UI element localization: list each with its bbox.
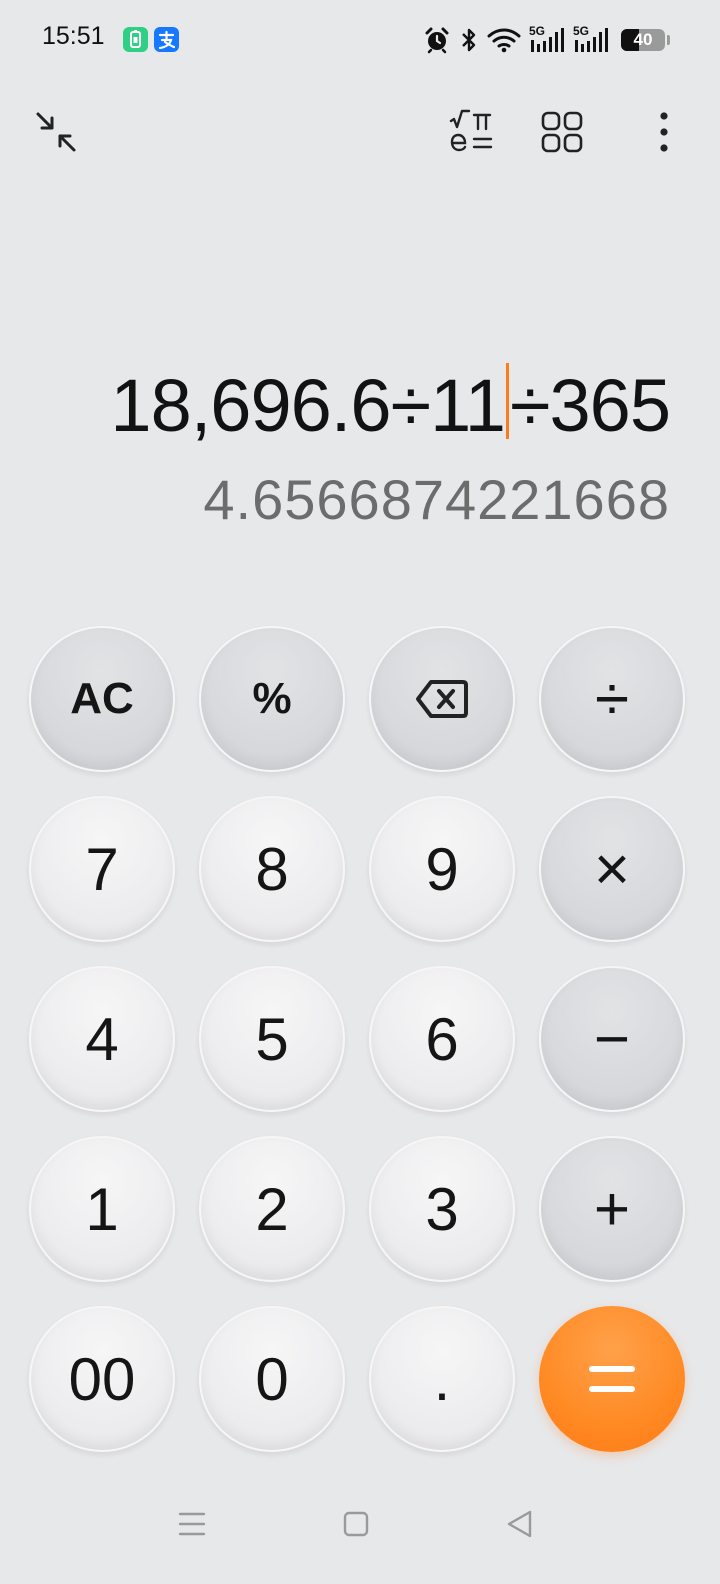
result-preview: 4.6566874221668	[203, 468, 670, 531]
key-5-label: 5	[255, 1005, 289, 1073]
key-1-label: 1	[85, 1175, 119, 1243]
minus-button-label: −	[593, 1004, 631, 1074]
wifi-icon	[487, 28, 521, 53]
key-8-label: 8	[255, 835, 289, 903]
multiply-button-label: ×	[593, 834, 631, 904]
key-9-label: 9	[425, 835, 459, 903]
expression-after-cursor: ÷365	[509, 364, 671, 447]
ac-button[interactable]: AC	[29, 626, 175, 772]
converter-grid-button[interactable]	[530, 100, 594, 164]
key-2-label: 2	[255, 1175, 289, 1243]
divide-button[interactable]: ÷	[539, 626, 685, 772]
key-00[interactable]: 00	[29, 1306, 175, 1452]
key-00-label: 00	[68, 1345, 136, 1413]
equals-icon	[589, 1366, 635, 1392]
key-7[interactable]: 7	[29, 796, 175, 942]
key-5[interactable]: 5	[199, 966, 345, 1112]
backspace-button[interactable]	[369, 626, 515, 772]
backspace-icon	[416, 680, 468, 718]
home-nav-icon	[343, 1511, 369, 1537]
percent-button[interactable]: %	[199, 626, 345, 772]
phone-charge-app-icon	[123, 27, 148, 52]
key-0[interactable]: 0	[199, 1306, 345, 1452]
menu-nav-icon	[178, 1512, 206, 1536]
status-time: 15:51	[42, 22, 105, 50]
text-cursor	[505, 363, 509, 439]
scientific-mode-icon	[449, 109, 493, 152]
percent-button-label: %	[252, 674, 292, 723]
key-4[interactable]: 4	[29, 966, 175, 1112]
status-icons: 5G 5G 40	[423, 24, 670, 56]
signal-2-icon: 5G	[573, 24, 609, 54]
minus-button[interactable]: −	[539, 966, 685, 1112]
key-2[interactable]: 2	[199, 1136, 345, 1282]
key-0-label: 0	[255, 1345, 289, 1413]
key-9[interactable]: 9	[369, 796, 515, 942]
key-3[interactable]: 3	[369, 1136, 515, 1282]
back-nav-icon	[507, 1510, 532, 1538]
more-menu-icon	[660, 112, 668, 152]
battery-tip	[667, 35, 670, 45]
calculator-screen: 15:51 5G 5G 40 18,696.6÷11÷365 4.6566874…	[0, 0, 720, 1584]
alipay-app-icon	[154, 27, 179, 52]
plus-button[interactable]: +	[539, 1136, 685, 1282]
divide-button-label: ÷	[594, 664, 630, 734]
key-8[interactable]: 8	[199, 796, 345, 942]
key-6-label: 6	[425, 1005, 459, 1073]
decimal-button-label: .	[433, 1345, 451, 1413]
key-7-label: 7	[85, 835, 119, 903]
battery-icon: 40	[621, 29, 665, 51]
more-menu-button[interactable]	[632, 100, 696, 164]
converter-grid-icon	[541, 111, 583, 153]
multiply-button[interactable]: ×	[539, 796, 685, 942]
collapse-button[interactable]	[24, 100, 88, 164]
decimal-button[interactable]: .	[369, 1306, 515, 1452]
scientific-mode-button[interactable]	[440, 100, 504, 164]
back-nav-button[interactable]	[500, 1504, 540, 1544]
signal-1-icon: 5G	[529, 24, 565, 54]
ac-button-label: AC	[70, 674, 134, 723]
bluetooth-icon	[462, 28, 476, 52]
key-4-label: 4	[85, 1005, 119, 1073]
collapse-icon	[36, 112, 76, 152]
status-bar: 15:51 5G 5G 40	[0, 0, 720, 80]
menu-nav-button[interactable]	[172, 1504, 212, 1544]
alarm-icon	[425, 27, 449, 54]
battery-level: 40	[633, 30, 653, 49]
plus-button-label: +	[593, 1174, 631, 1244]
equals-button[interactable]: =	[539, 1306, 685, 1452]
expression-display[interactable]: 18,696.6÷11÷365	[110, 356, 671, 456]
expression-before-cursor: 18,696.6÷11	[110, 364, 505, 447]
key-6[interactable]: 6	[369, 966, 515, 1112]
home-nav-button[interactable]	[336, 1504, 376, 1544]
key-1[interactable]: 1	[29, 1136, 175, 1282]
key-3-label: 3	[425, 1175, 459, 1243]
